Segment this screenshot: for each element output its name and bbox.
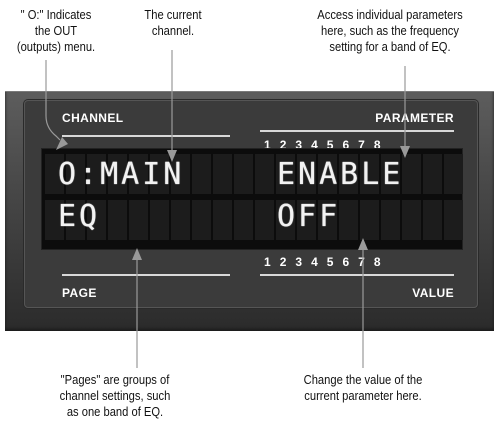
callout-leaders (45, 50, 410, 368)
arrowhead-icon (56, 137, 68, 150)
arrowhead-icon (132, 248, 142, 260)
leader-line (45, 60, 61, 141)
arrowhead-icon (167, 150, 177, 162)
arrowhead-icon (358, 238, 368, 250)
arrowhead-icon (400, 146, 410, 158)
